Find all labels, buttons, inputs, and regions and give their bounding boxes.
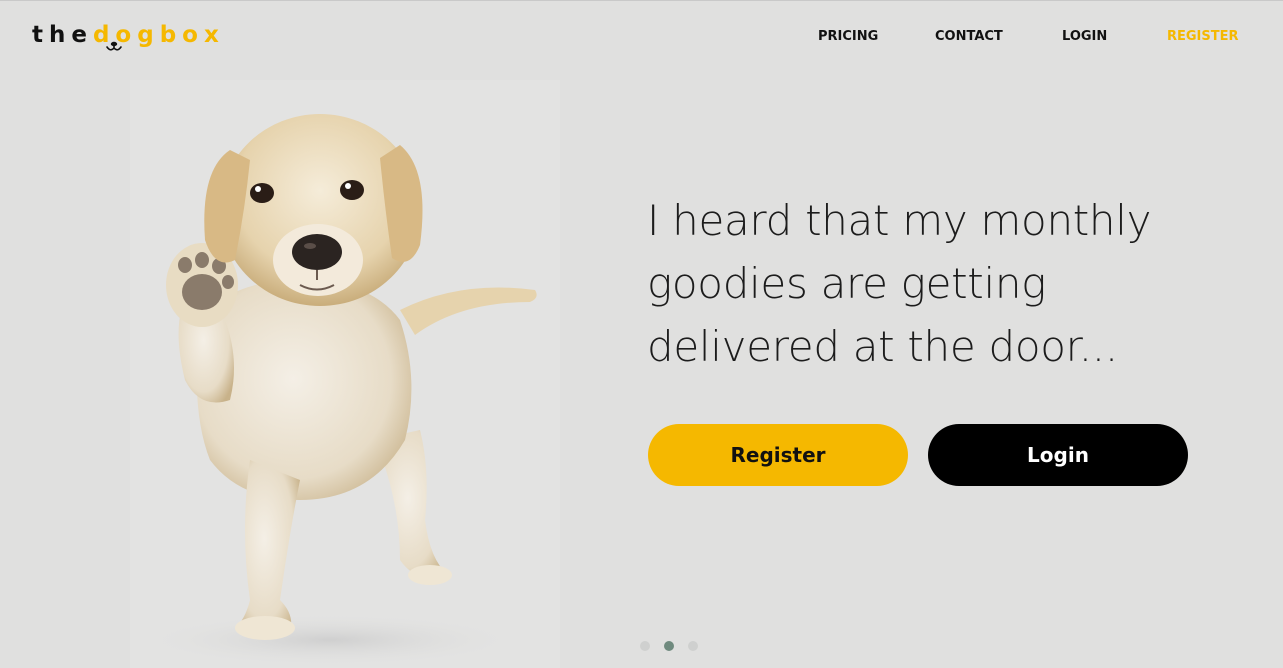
main-nav: PRICING CONTACT LOGIN REGISTER (0, 29, 1283, 49)
carousel-dot-3[interactable] (688, 641, 698, 651)
nav-login[interactable]: LOGIN (1062, 29, 1107, 44)
puppy-photo (130, 80, 560, 668)
nav-register[interactable]: REGISTER (1167, 29, 1239, 44)
carousel-indicators (640, 641, 698, 651)
register-button[interactable]: Register (648, 424, 908, 486)
hero-headline: I heard that my monthly goodies are gett… (647, 196, 1152, 371)
carousel-dot-2[interactable] (664, 641, 674, 651)
top-border (0, 0, 1283, 1)
nav-pricing[interactable]: PRICING (818, 29, 878, 44)
login-button[interactable]: Login (928, 424, 1188, 486)
nav-contact[interactable]: CONTACT (935, 29, 1003, 44)
carousel-dot-1[interactable] (640, 641, 650, 651)
